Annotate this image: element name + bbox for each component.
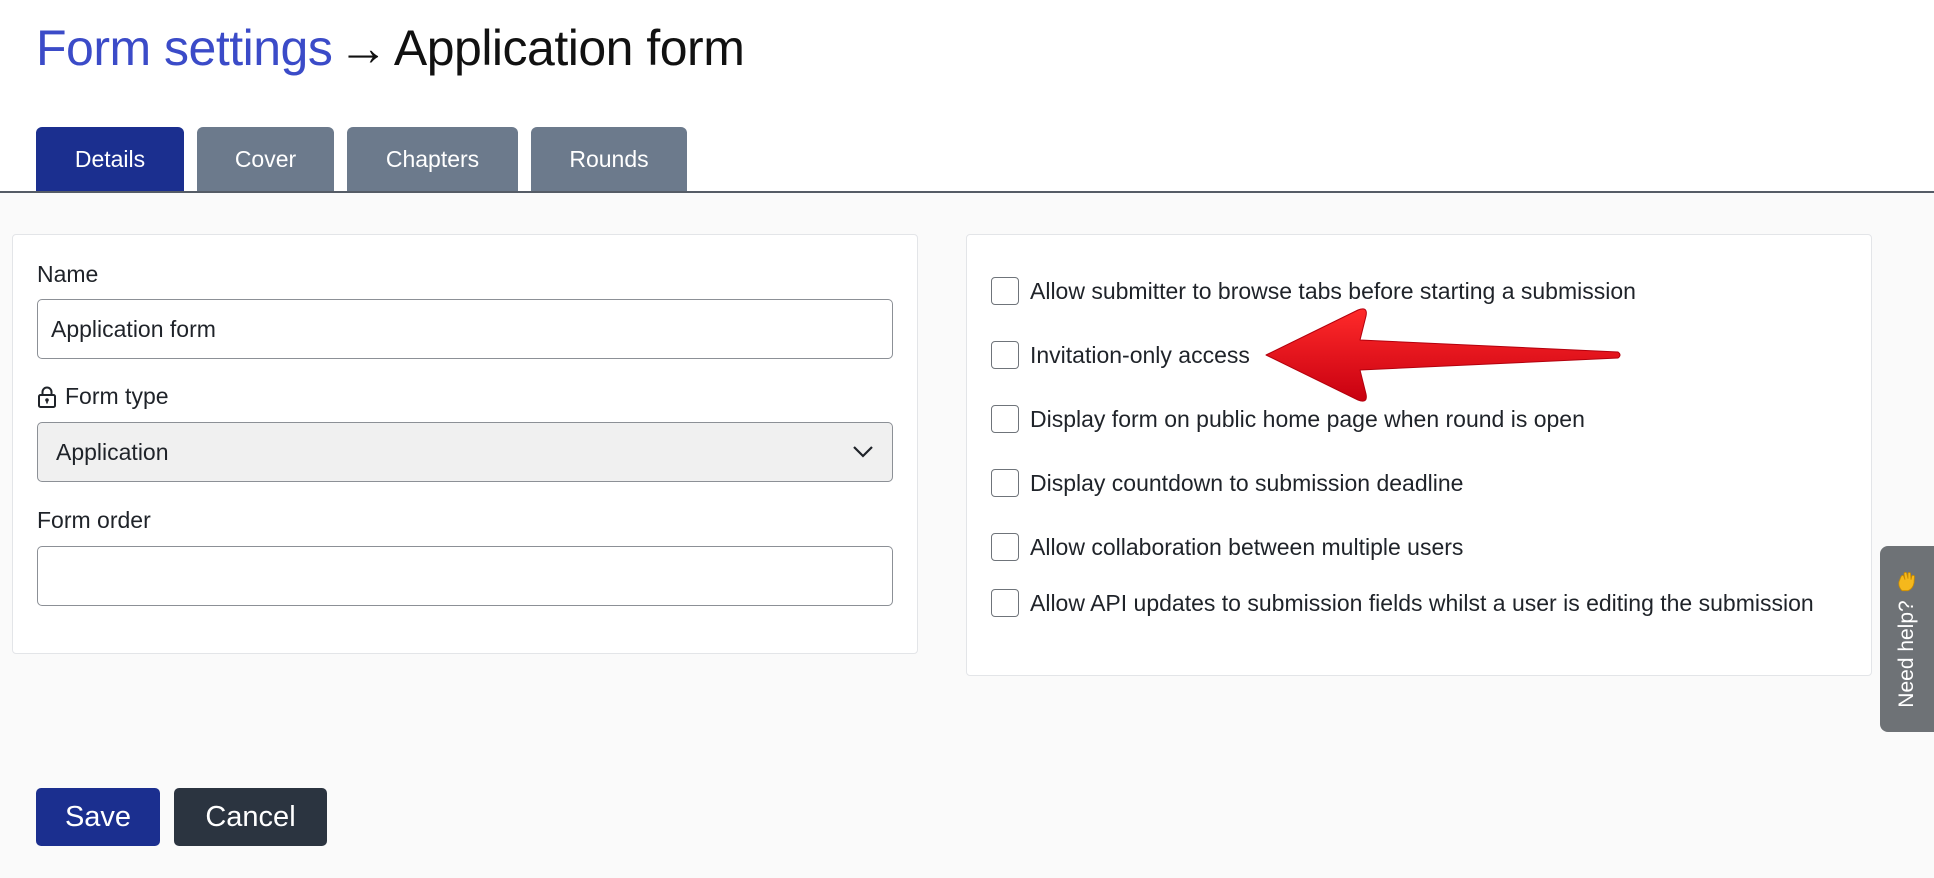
chevron-down-icon xyxy=(853,446,873,458)
option-invitation-only-label: Invitation-only access xyxy=(1030,341,1250,368)
tab-divider xyxy=(0,191,1934,193)
form-type-select[interactable]: Application xyxy=(37,422,893,482)
option-browse-tabs-checkbox[interactable] xyxy=(991,277,1019,305)
form-order-input[interactable] xyxy=(37,546,893,606)
page-header: Form settings → Application form Details C… xyxy=(0,0,1934,192)
option-countdown-checkbox[interactable] xyxy=(991,469,1019,497)
cancel-button[interactable]: Cancel xyxy=(174,788,327,846)
tab-bar: Details Cover Chapters Rounds xyxy=(36,127,687,191)
save-button[interactable]: Save xyxy=(36,788,160,846)
name-label: Name xyxy=(37,261,99,287)
form-order-label: Form order xyxy=(37,507,151,533)
tab-rounds[interactable]: Rounds xyxy=(531,127,687,191)
option-collaboration[interactable]: Allow collaboration between multiple use… xyxy=(991,531,1463,563)
breadcrumb-current: Application form xyxy=(393,20,745,76)
tab-details[interactable]: Details xyxy=(36,127,184,191)
option-api-updates[interactable]: Allow API updates to submission fields w… xyxy=(991,587,1814,619)
page-title: Form settings → Application form xyxy=(36,16,745,80)
need-help-tab[interactable]: Need help? xyxy=(1880,546,1934,732)
option-public-home-checkbox[interactable] xyxy=(991,405,1019,433)
option-countdown-label: Display countdown to submission deadline xyxy=(1030,469,1464,496)
form-type-selected-value: Application xyxy=(56,438,169,465)
form-type-label-text: Form type xyxy=(65,383,169,409)
tab-chapters[interactable]: Chapters xyxy=(347,127,518,191)
breadcrumb-form-settings[interactable]: Form settings xyxy=(36,20,333,76)
name-input[interactable] xyxy=(37,299,893,359)
option-collaboration-checkbox[interactable] xyxy=(991,533,1019,561)
option-collaboration-label: Allow collaboration between multiple use… xyxy=(1030,533,1464,560)
details-panel: Name Form type Application Form order xyxy=(12,234,918,654)
need-help-content: Need help? xyxy=(1895,570,1919,708)
option-public-home[interactable]: Display form on public home page when ro… xyxy=(991,403,1585,435)
option-browse-tabs-label: Allow submitter to browse tabs before st… xyxy=(1030,277,1636,304)
waving-hand-icon xyxy=(1898,571,1915,591)
tab-cover[interactable]: Cover xyxy=(197,127,334,191)
lock-icon xyxy=(38,386,56,408)
option-invitation-only-checkbox[interactable] xyxy=(991,341,1019,369)
option-api-updates-label: Allow API updates to submission fields w… xyxy=(1030,589,1814,616)
option-api-updates-checkbox[interactable] xyxy=(991,589,1019,617)
options-panel: Allow submitter to browse tabs before st… xyxy=(966,234,1872,676)
form-type-label: Form type xyxy=(37,383,169,410)
breadcrumb-arrow-icon: → xyxy=(338,20,388,76)
option-invitation-only[interactable]: Invitation-only access xyxy=(991,339,1250,371)
need-help-label: Need help? xyxy=(1895,600,1918,708)
option-public-home-label: Display form on public home page when ro… xyxy=(1030,405,1585,432)
option-countdown[interactable]: Display countdown to submission deadline xyxy=(991,467,1463,499)
option-browse-tabs[interactable]: Allow submitter to browse tabs before st… xyxy=(991,275,1636,307)
